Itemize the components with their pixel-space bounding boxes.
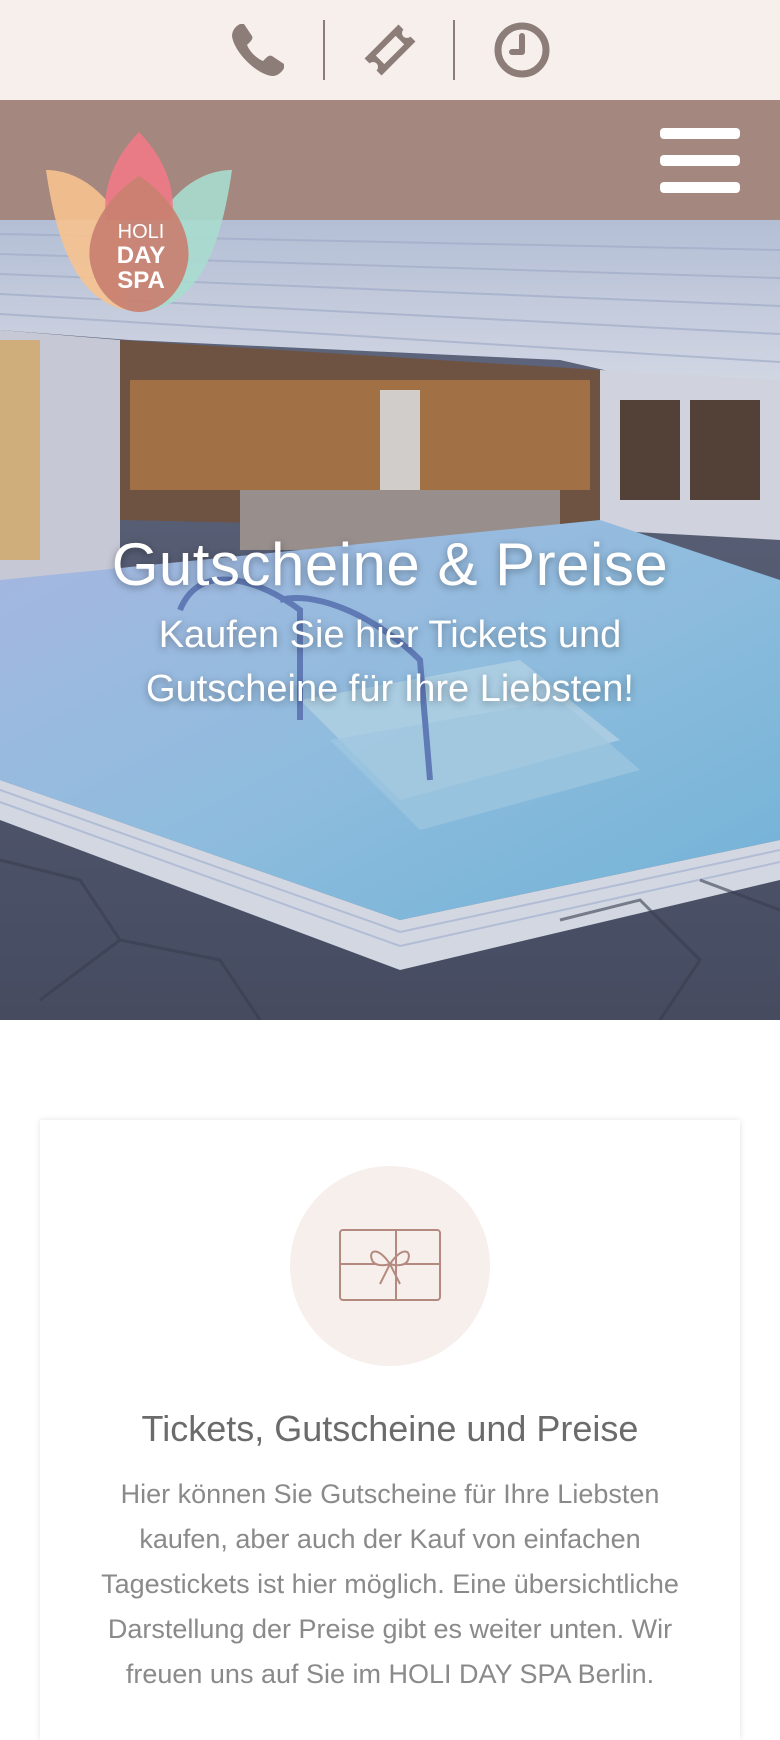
divider xyxy=(323,20,325,80)
holiday-spa-logo[interactable]: HOLI DAY SPA xyxy=(46,130,236,312)
hero-subtitle-line-2: Gutscheine für Ihre Liebsten! xyxy=(146,668,634,710)
hero-subtitle-line-1: Kaufen Sie hier Tickets und xyxy=(158,614,622,656)
menu-hamburger-icon[interactable] xyxy=(660,128,740,194)
tickets-info-card: Tickets, Gutscheine und Preise Hier könn… xyxy=(40,1120,740,1740)
gift-card-icon xyxy=(339,1229,441,1301)
gift-card-icon-circle xyxy=(290,1166,490,1366)
phone-icon[interactable] xyxy=(226,18,290,82)
top-utility-bar xyxy=(0,0,780,100)
card-title: Tickets, Gutscheine und Preise xyxy=(141,1408,639,1449)
hero-title: Gutscheine & Preise xyxy=(111,531,669,598)
hero-subtitle: Kaufen Sie hier Tickets und Gutscheine f… xyxy=(90,608,690,716)
card-description: Hier können Sie Gutscheine für Ihre Lieb… xyxy=(101,1479,679,1689)
ticket-icon[interactable] xyxy=(358,18,422,82)
logo-text-day: DAY xyxy=(117,242,165,269)
divider xyxy=(453,20,455,80)
logo-text-spa: SPA xyxy=(117,267,165,294)
logo-text-holi: HOLI xyxy=(118,221,165,243)
clock-icon[interactable] xyxy=(490,18,554,82)
hero-banner: Gutscheine & Preise Kaufen Sie hier Tick… xyxy=(0,220,780,1020)
